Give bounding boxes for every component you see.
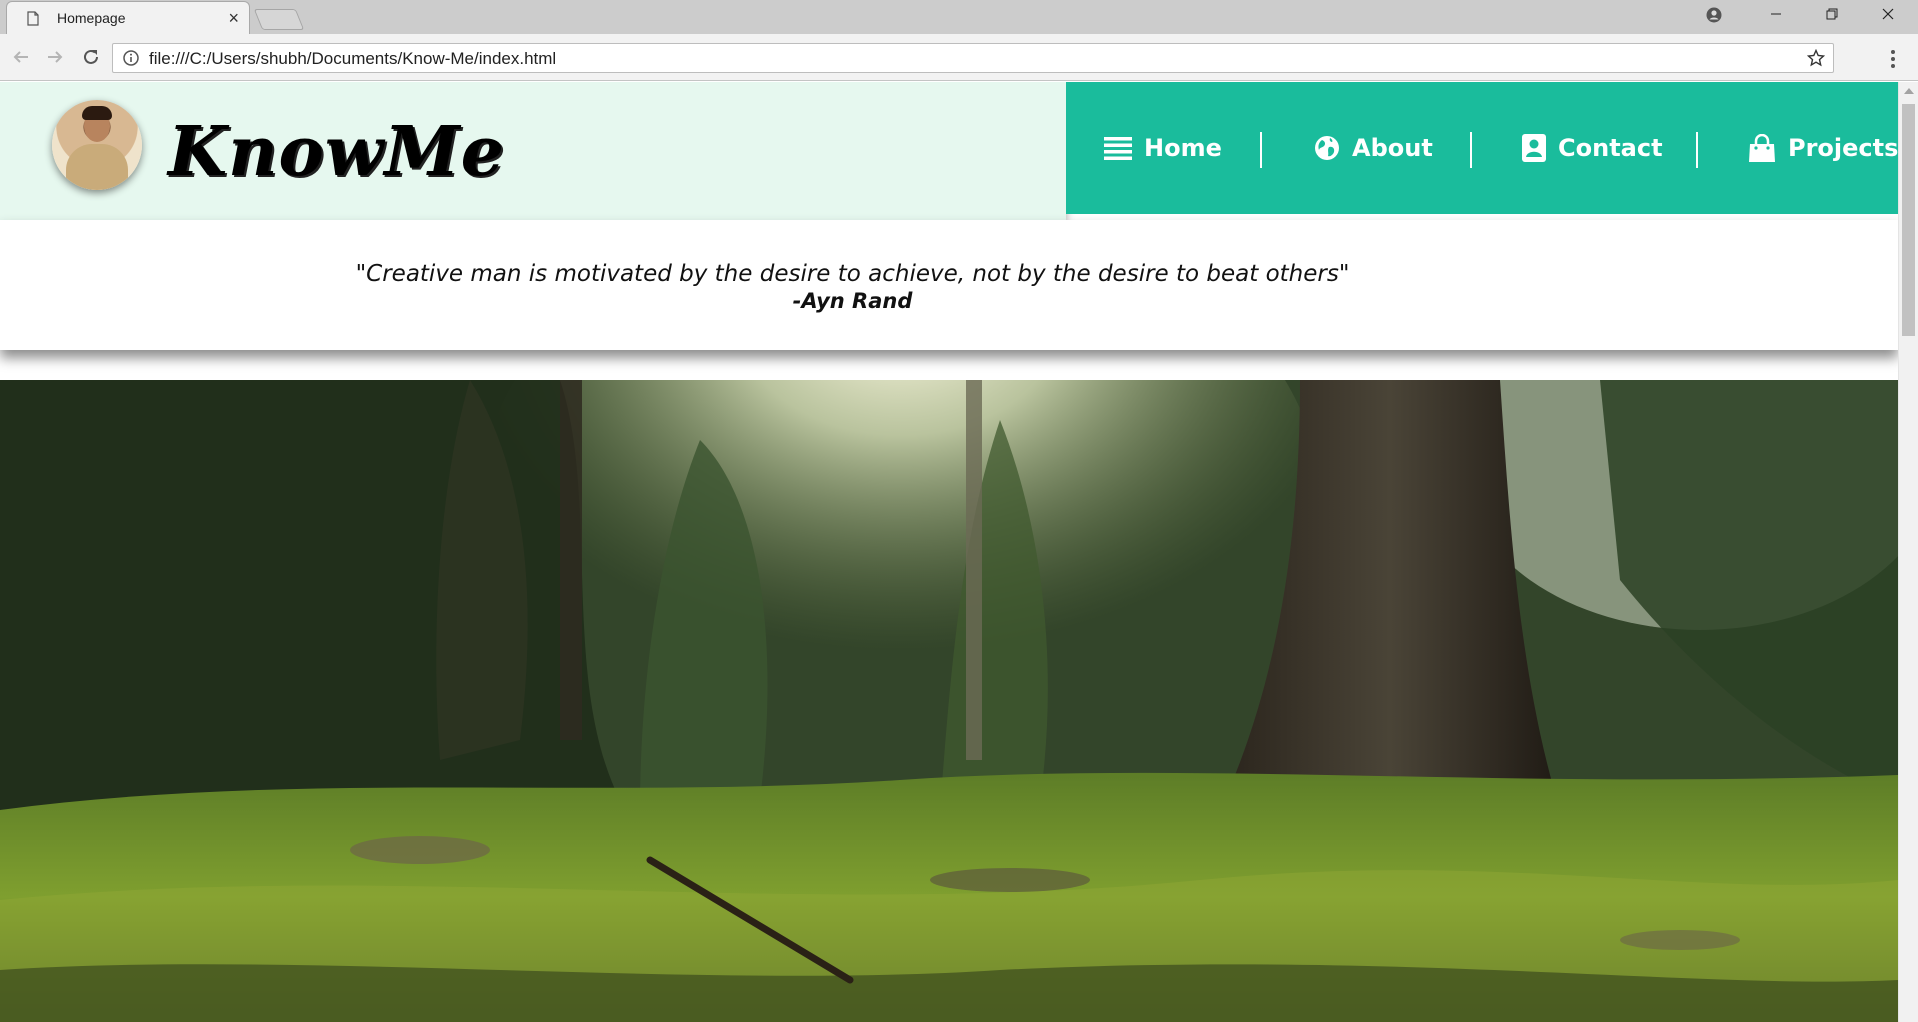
nav-item-contact[interactable]: Contact [1522,82,1663,214]
nav-divider [1470,132,1472,168]
forest-scene [0,380,1898,1022]
nav-label-about: About [1352,134,1433,162]
forward-arrow-icon[interactable] [44,46,66,68]
nav-divider [1260,132,1262,168]
site-logo[interactable]: KnowMe [168,112,505,192]
globe-icon [1315,136,1339,160]
quote-author: -Ayn Rand [792,289,913,313]
quote-text: "Creative man is motivated by the desire… [355,261,1350,287]
browser-tab[interactable]: Homepage × [6,1,250,34]
scroll-up-arrow-icon[interactable] [1904,88,1914,94]
nav-label-projects: Projects [1788,134,1898,162]
vertical-scrollbar[interactable] [1898,82,1918,1022]
new-tab-button[interactable] [253,9,305,30]
contact-card-icon [1522,134,1546,162]
restore-icon [1826,8,1838,20]
profile-icon[interactable] [1706,7,1722,23]
close-icon [1882,8,1894,20]
main-navigation: Home About Contact Projects [1066,82,1898,214]
site-header: KnowMe Home About Contact Projects [0,82,1898,220]
avatar[interactable] [52,100,142,190]
back-arrow-icon[interactable] [10,46,32,68]
tab-title: Homepage [57,10,126,26]
document-icon [27,11,39,26]
browser-toolbar: file:///C:/Users/shubh/Documents/Know-Me… [0,34,1918,81]
reload-icon[interactable] [80,46,102,68]
list-icon [1104,137,1132,160]
nav-divider [1696,132,1698,168]
brand-area: KnowMe [0,82,1066,220]
bookmark-star-icon[interactable] [1807,49,1825,67]
close-window-button[interactable] [1860,0,1916,32]
page-viewport: KnowMe Home About Contact Projects "Crea… [0,82,1898,1022]
forest-hero-image [0,380,1898,1022]
address-bar[interactable]: file:///C:/Users/shubh/Documents/Know-Me… [112,43,1834,73]
restore-button[interactable] [1804,0,1860,32]
more-menu-icon[interactable] [1890,49,1896,69]
nav-label-contact: Contact [1558,134,1663,162]
shopping-bag-icon [1749,134,1775,162]
minimize-icon [1771,13,1781,15]
quote-section: "Creative man is motivated by the desire… [0,220,1898,350]
browser-tab-strip: Homepage × [0,0,1918,34]
tab-close-icon[interactable]: × [228,8,239,28]
nav-item-about[interactable]: About [1314,82,1433,214]
minimize-button[interactable] [1748,0,1804,32]
nav-label-home: Home [1144,134,1222,162]
info-icon[interactable] [123,50,139,66]
nav-item-projects[interactable]: Projects [1748,82,1898,214]
url-text[interactable]: file:///C:/Users/shubh/Documents/Know-Me… [149,49,556,69]
nav-item-home[interactable]: Home [1104,82,1222,214]
scrollbar-thumb[interactable] [1902,104,1915,336]
